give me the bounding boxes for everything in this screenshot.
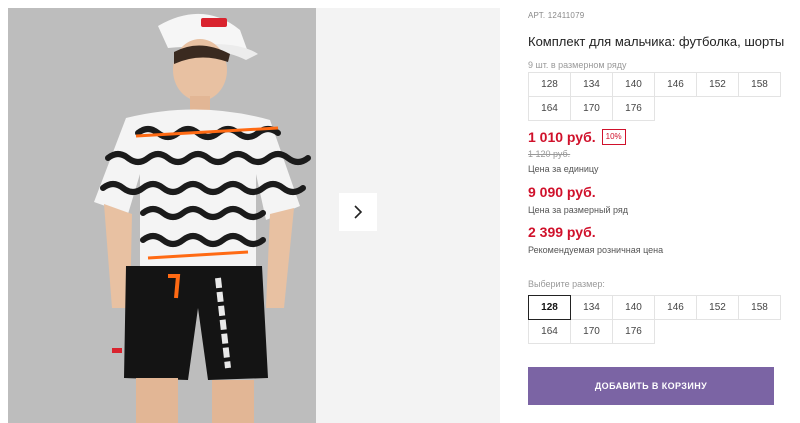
old-price: 1 120 руб. <box>528 149 571 159</box>
article-label: АРТ. <box>528 11 546 20</box>
pack-size-cell: 146 <box>654 72 697 97</box>
product-info: АРТ. 12411079 Комплект для мальчика: фут… <box>528 0 788 423</box>
rrp-price: 2 399 руб. <box>528 224 596 240</box>
pack-size-cell: 140 <box>612 72 655 97</box>
size-picker: 128 134 140 146 152 158 164 170 176 <box>528 295 781 344</box>
size-option[interactable]: 134 <box>570 295 613 320</box>
row-price-caption: Цена за размерный ряд <box>528 205 629 215</box>
rrp-price-caption: Рекомендуемая розничная цена <box>528 245 664 255</box>
size-picker-label: Выберите размер: <box>528 279 605 289</box>
gallery-next-button[interactable] <box>339 193 377 231</box>
size-option[interactable]: 146 <box>654 295 697 320</box>
size-option[interactable]: 164 <box>528 319 571 344</box>
size-option[interactable]: 152 <box>696 295 739 320</box>
pack-size-cell: 158 <box>738 72 781 97</box>
pack-size-cell: 128 <box>528 72 571 97</box>
unit-price-row: 1 010 руб. 10% <box>528 129 626 145</box>
row-price: 9 090 руб. <box>528 184 596 200</box>
article-number: АРТ. 12411079 <box>528 11 584 20</box>
product-title: Комплект для мальчика: футболка, шорты <box>528 34 785 49</box>
product-photo[interactable] <box>8 8 316 423</box>
unit-price: 1 010 руб. <box>528 129 596 145</box>
pack-size-cell: 134 <box>570 72 613 97</box>
pack-size-note: 9 шт. в размерном ряду <box>528 60 627 70</box>
size-option[interactable]: 140 <box>612 295 655 320</box>
product-gallery <box>0 0 510 423</box>
pack-size-cell: 176 <box>612 96 655 121</box>
pack-size-cell: 170 <box>570 96 613 121</box>
boy-outfit-illustration <box>8 8 316 423</box>
size-option[interactable]: 170 <box>570 319 613 344</box>
pack-size-cell: 152 <box>696 72 739 97</box>
article-value: 12411079 <box>547 11 585 20</box>
pack-size-cell: 164 <box>528 96 571 121</box>
size-option[interactable]: 158 <box>738 295 781 320</box>
size-option[interactable]: 176 <box>612 319 655 344</box>
chevron-right-icon <box>354 205 363 219</box>
size-option-selected[interactable]: 128 <box>528 295 571 320</box>
unit-price-caption: Цена за единицу <box>528 164 599 174</box>
discount-badge: 10% <box>601 129 626 145</box>
pack-size-grid: 128 134 140 146 152 158 164 170 176 <box>528 72 781 121</box>
add-to-cart-button[interactable]: Добавить в корзину <box>528 367 774 405</box>
